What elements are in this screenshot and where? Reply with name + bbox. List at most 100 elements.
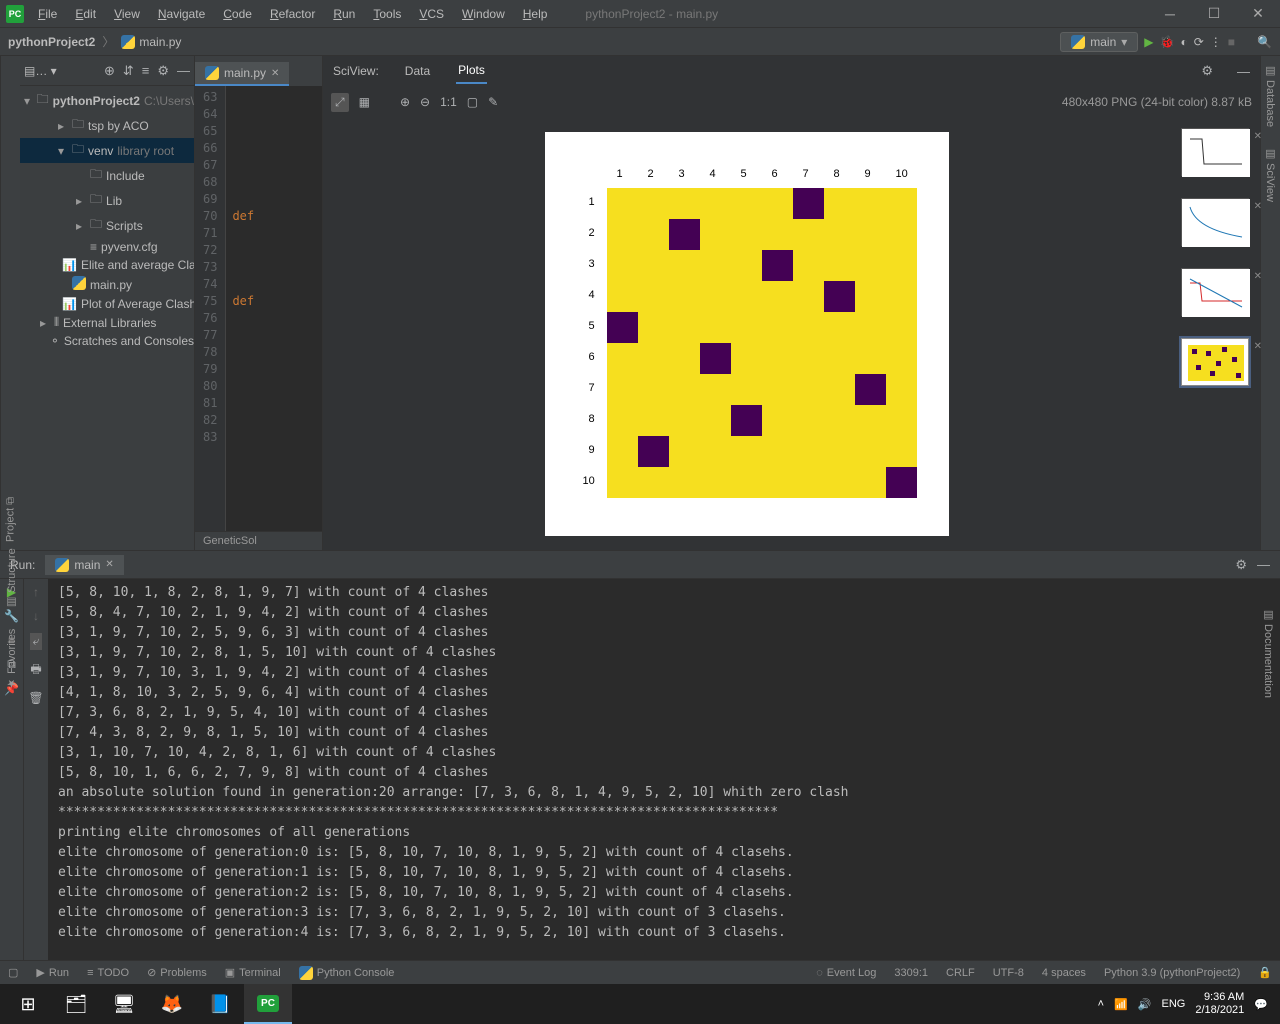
- zoom-ratio[interactable]: 1:1: [440, 95, 457, 109]
- gear-icon[interactable]: ⚙: [1201, 63, 1213, 79]
- firefox-icon[interactable]: 🦊: [148, 984, 196, 1024]
- right-tool-strip-bottom[interactable]: ▤ Documentation: [1260, 600, 1280, 706]
- tree-item[interactable]: main.py: [20, 274, 194, 295]
- pycharm-icon[interactable]: PC: [244, 984, 292, 1024]
- profile-button[interactable]: ⟳: [1194, 35, 1204, 49]
- thumbnail[interactable]: ✕: [1181, 128, 1249, 176]
- sb-run[interactable]: ▶ Run: [36, 966, 69, 980]
- breadcrumb[interactable]: pythonProject2 〉 main.py: [8, 33, 181, 50]
- tree-item[interactable]: ▾🗀venv library root: [20, 138, 194, 163]
- grid-icon[interactable]: ▦: [359, 95, 370, 109]
- clock[interactable]: 9:36 AM 2/18/2021: [1195, 991, 1244, 1017]
- menu-view[interactable]: View: [106, 3, 148, 25]
- menu-refactor[interactable]: Refactor: [262, 3, 323, 25]
- sb-caret-pos[interactable]: 3309:1: [894, 967, 928, 979]
- tree-root[interactable]: ▾🗀 pythonProject2 C:\Users\: [20, 88, 194, 113]
- sb-indent[interactable]: 4 spaces: [1042, 967, 1086, 979]
- sb-encoding[interactable]: UTF-8: [993, 967, 1024, 979]
- tree-item[interactable]: 🗀Include: [20, 163, 194, 188]
- menu-run[interactable]: Run: [325, 3, 363, 25]
- tree-item[interactable]: ▸🗀tsp by ACO: [20, 113, 194, 138]
- trash-icon[interactable]: 🗑: [28, 691, 43, 705]
- tree-item[interactable]: ⚬Scratches and Consoles: [20, 332, 194, 350]
- menu-vcs[interactable]: VCS: [411, 3, 452, 25]
- debug-button[interactable]: 🐞: [1160, 35, 1175, 49]
- tab-plots[interactable]: Plots: [456, 58, 487, 84]
- menu-navigate[interactable]: Navigate: [150, 3, 213, 25]
- close-icon[interactable]: ✕: [1254, 131, 1262, 142]
- menu-help[interactable]: Help: [515, 3, 556, 25]
- run-button[interactable]: ▶: [1144, 35, 1153, 49]
- project-tree[interactable]: ▾🗀 pythonProject2 C:\Users\ ▸🗀tsp by ACO…: [20, 86, 194, 352]
- sb-todo[interactable]: ≡ TODO: [87, 966, 129, 980]
- close-icon[interactable]: ✕: [1254, 341, 1262, 352]
- wrap-icon[interactable]: ⤶: [30, 633, 43, 650]
- notepad-icon[interactable]: 📘: [196, 984, 244, 1024]
- stop-button[interactable]: ■: [1228, 35, 1235, 49]
- left-tool-strip[interactable]: Project ⧉: [0, 56, 20, 550]
- menu-code[interactable]: Code: [215, 3, 260, 25]
- project-view-selector[interactable]: ▤… ▾: [24, 64, 57, 78]
- tab-data[interactable]: Data: [403, 59, 432, 83]
- structure-tool[interactable]: ▤ Structure: [2, 548, 18, 609]
- menu-tools[interactable]: Tools: [365, 3, 409, 25]
- collapse-icon[interactable]: ⇵: [123, 63, 134, 79]
- system-tray[interactable]: ˄ 📶 🔊 ENG 9:36 AM 2/18/2021 💬: [1098, 991, 1276, 1017]
- thumbnail[interactable]: ✕: [1181, 198, 1249, 246]
- gear-icon[interactable]: ⚙: [1235, 557, 1247, 573]
- zoom-in-icon[interactable]: ⊕: [400, 95, 410, 109]
- hide-icon[interactable]: —: [1237, 64, 1250, 79]
- tree-item[interactable]: ▸🗀Lib: [20, 188, 194, 213]
- menu-window[interactable]: Window: [454, 3, 513, 25]
- thumbnail[interactable]: ✕: [1181, 268, 1249, 316]
- eyedropper-icon[interactable]: ✎: [488, 95, 498, 109]
- language-indicator[interactable]: ENG: [1162, 998, 1186, 1010]
- plot-area[interactable]: 1234567891012345678910: [323, 118, 1170, 550]
- favorites-tool[interactable]: ★ Favorites: [2, 629, 18, 690]
- expand-icon[interactable]: ⊕: [104, 63, 115, 79]
- down-icon[interactable]: ↓: [33, 609, 39, 623]
- volume-icon[interactable]: 🔊: [1138, 998, 1152, 1011]
- search-button[interactable]: 🔍: [1257, 35, 1272, 49]
- start-button[interactable]: ⊞: [4, 984, 52, 1024]
- select-opened-icon[interactable]: ≡: [142, 63, 150, 78]
- documentation-tool[interactable]: ▤ Documentation: [1262, 608, 1274, 698]
- hide-icon[interactable]: —: [1257, 557, 1270, 572]
- thumbnail-selected[interactable]: ✕: [1181, 338, 1249, 386]
- tree-item[interactable]: 📊Plot of Average Clashes: [20, 295, 194, 313]
- close-icon[interactable]: ✕: [1254, 201, 1262, 212]
- fit-icon[interactable]: ⤢: [331, 93, 349, 112]
- crop-icon[interactable]: ▢: [467, 95, 478, 109]
- close-icon[interactable]: ✕: [1254, 271, 1262, 282]
- run-config-selector[interactable]: main ▾: [1060, 32, 1138, 52]
- explorer-icon[interactable]: 🗂: [52, 984, 100, 1024]
- up-icon[interactable]: ↑: [33, 585, 39, 599]
- sb-line-sep[interactable]: CRLF: [946, 967, 975, 979]
- zoom-out-icon[interactable]: ⊖: [420, 95, 430, 109]
- sb-sdk[interactable]: Python 3.9 (pythonProject2): [1104, 967, 1240, 979]
- sb-python-console[interactable]: Python Console: [299, 966, 395, 980]
- coverage-button[interactable]: ◐: [1180, 35, 1187, 49]
- sb-problems[interactable]: ⊘ Problems: [147, 966, 207, 980]
- tree-item[interactable]: ▸⫴External Libraries: [20, 313, 194, 332]
- sb-lock-icon[interactable]: 🔒: [1258, 966, 1272, 979]
- sb-terminal[interactable]: ▣ Terminal: [225, 966, 281, 980]
- attach-button[interactable]: ⋮: [1210, 35, 1222, 49]
- left-tool-strip-bottom[interactable]: ★ Favorites ▤ Structure: [0, 540, 20, 698]
- tree-item[interactable]: ▸🗀Scripts: [20, 213, 194, 238]
- pc-icon[interactable]: 🖥: [100, 984, 148, 1024]
- wifi-icon[interactable]: 📶: [1114, 998, 1128, 1011]
- code-area[interactable]: 6364656667686970717273747576777879808182…: [195, 86, 322, 531]
- maximize-button[interactable]: ☐: [1192, 0, 1236, 28]
- editor-tab[interactable]: main.py ✕: [195, 62, 289, 86]
- menu-file[interactable]: File: [30, 3, 65, 25]
- right-tool-strip[interactable]: ▤ Database ▤ SciView: [1260, 56, 1280, 550]
- sb-event-log[interactable]: ◌ Event Log: [816, 967, 876, 979]
- tray-chevron-icon[interactable]: ˄: [1098, 998, 1104, 1010]
- console-output[interactable]: [5, 8, 10, 1, 8, 2, 8, 1, 9, 7] with cou…: [48, 579, 1280, 960]
- close-icon[interactable]: ✕: [105, 559, 113, 570]
- database-tool[interactable]: ▤ Database: [1264, 64, 1277, 127]
- menu-edit[interactable]: Edit: [67, 3, 104, 25]
- tool-window-quick[interactable]: ▢: [8, 966, 18, 979]
- editor-breadcrumb[interactable]: GeneticSol: [195, 531, 322, 550]
